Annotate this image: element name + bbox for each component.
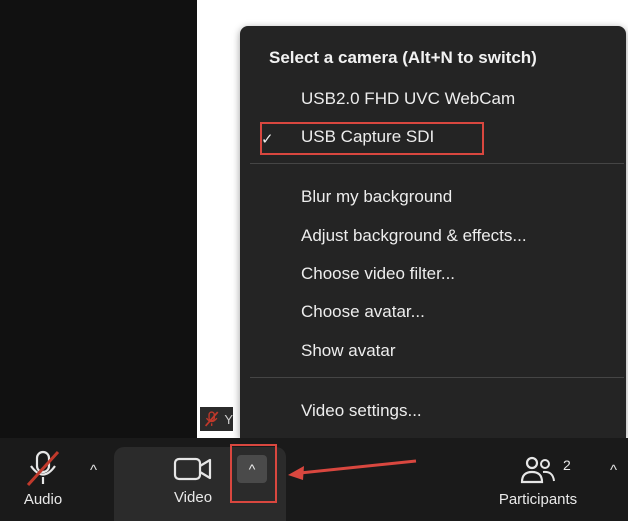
video-button[interactable]: Video (160, 455, 226, 506)
checkmark-icon: ✓ (261, 131, 274, 148)
menu-item-camera-usb-capture[interactable]: USB Capture SDI (301, 127, 434, 147)
video-options-highlight (230, 444, 277, 503)
menu-item-camera-webcam[interactable]: USB2.0 FHD UVC WebCam (301, 89, 515, 109)
camera-menu: Select a camera (Alt+N to switch) USB2.0… (240, 26, 626, 438)
video-label: Video (173, 489, 213, 506)
participants-count: 2 (563, 457, 571, 473)
menu-divider (250, 163, 624, 164)
menu-item-video-filter[interactable]: Choose video filter... (301, 264, 455, 284)
menu-divider (250, 377, 624, 378)
participants-button[interactable]: Participants (486, 455, 590, 508)
participants-options-chevron-up-icon[interactable]: ^ (610, 462, 617, 479)
video-camera-icon (173, 457, 212, 481)
audio-button[interactable]: Audio (14, 449, 72, 508)
menu-item-adjust-background[interactable]: Adjust background & effects... (301, 226, 527, 246)
participant-name-badge: Y (200, 407, 233, 431)
audio-options-chevron-up-icon[interactable]: ^ (90, 462, 97, 479)
participants-icon (520, 456, 555, 484)
arrow-annotation (288, 459, 417, 480)
camera-menu-title: Select a camera (Alt+N to switch) (269, 48, 537, 67)
mic-muted-icon (204, 411, 219, 427)
menu-item-show-avatar[interactable]: Show avatar (301, 341, 396, 361)
menu-item-blur-background[interactable]: Blur my background (301, 187, 452, 207)
menu-item-choose-avatar[interactable]: Choose avatar... (301, 302, 425, 322)
mic-muted-icon (26, 450, 60, 487)
participant-name: Y (224, 411, 233, 427)
video-tile (0, 0, 197, 438)
participants-label: Participants (498, 491, 578, 508)
background-gap (197, 0, 242, 438)
audio-label: Audio (23, 491, 63, 508)
menu-item-video-settings[interactable]: Video settings... (301, 401, 422, 421)
